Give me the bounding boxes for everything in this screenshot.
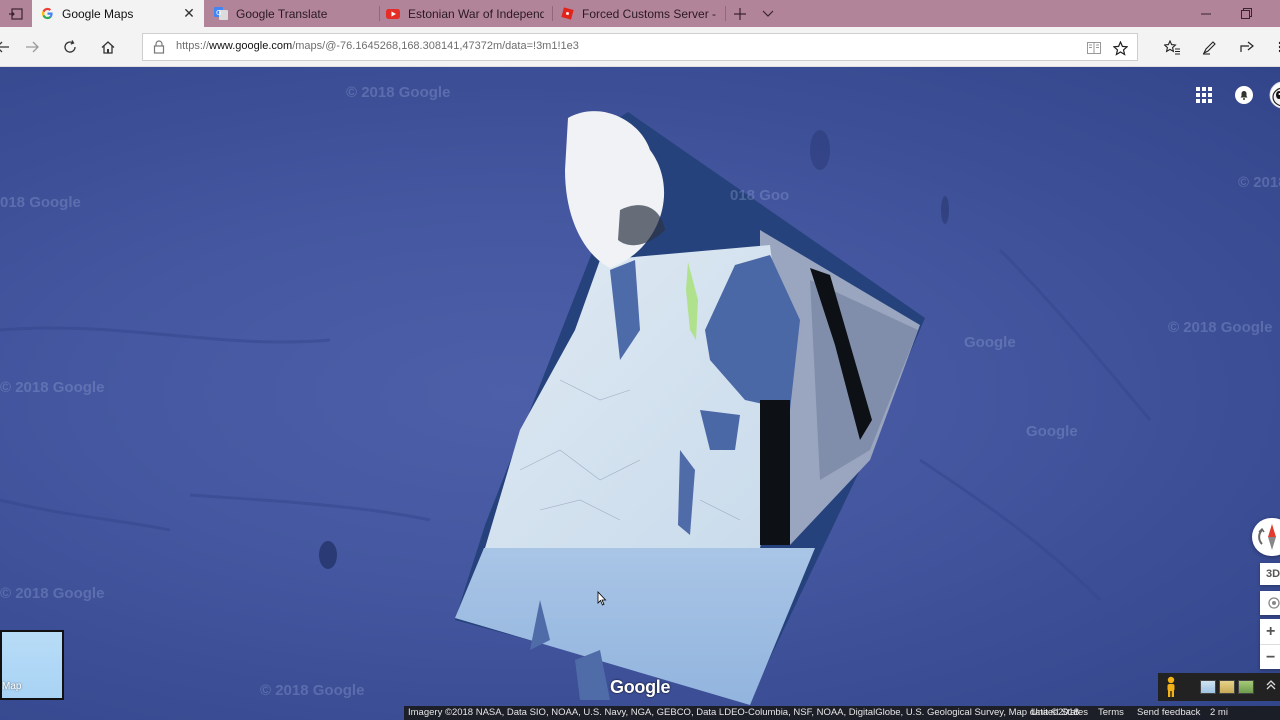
map-view-toggle[interactable]: Map xyxy=(0,630,64,700)
youtube-icon xyxy=(386,7,400,21)
tab-title: Forced Customs Server - Rc xyxy=(582,6,720,21)
close-tab-icon[interactable]: ✕ xyxy=(182,6,196,20)
tab-title: Estonian War of Independen xyxy=(408,6,544,21)
favorites-hub-icon[interactable] xyxy=(1158,33,1186,61)
web-note-icon[interactable] xyxy=(1195,33,1223,61)
share-icon[interactable] xyxy=(1233,33,1261,61)
pegman-icon[interactable] xyxy=(1164,676,1178,698)
map-watermark: © 2018 Google xyxy=(0,379,105,396)
my-location-icon[interactable] xyxy=(1260,591,1280,615)
roblox-icon xyxy=(560,7,574,21)
tab-google-translate[interactable]: G Google Translate xyxy=(206,0,378,27)
google-logo: Google xyxy=(610,677,671,697)
map-watermark: 018 Goo xyxy=(730,187,790,204)
map-watermark: 018 Google xyxy=(0,194,81,211)
attribution-bar: Imagery ©2018 NASA, Data SIO, NOAA, U.S.… xyxy=(404,706,1280,720)
map-watermark: © 2018 Google xyxy=(260,682,365,699)
notifications-icon[interactable] xyxy=(1230,81,1258,109)
tab-title: Google Translate xyxy=(236,6,328,21)
satellite-map[interactable]: © 2018 Google 018 Google © 2018 Google ©… xyxy=(0,67,1280,720)
layers-strip xyxy=(1158,673,1280,701)
compass-button[interactable] xyxy=(1252,518,1280,556)
restore-icon[interactable] xyxy=(1226,0,1266,27)
account-controls xyxy=(1150,81,1280,109)
imagery-credit: Imagery ©2018 NASA, Data SIO, NOAA, U.S.… xyxy=(408,707,1079,718)
mouse-cursor-icon xyxy=(597,591,607,606)
google-g-icon xyxy=(40,7,54,21)
svg-text:G: G xyxy=(216,9,221,17)
tab-forced-customs[interactable]: Forced Customs Server - Rc xyxy=(552,0,724,27)
lock-icon[interactable] xyxy=(153,40,167,54)
translate-icon: G xyxy=(214,7,228,21)
tab-preview-icon[interactable] xyxy=(0,0,32,27)
url-text: https://www.google.com/maps/@-76.1645268… xyxy=(176,40,579,52)
tab-strip: Google Maps ✕ G Google Translate Estonia… xyxy=(0,0,1280,27)
reading-view-icon[interactable] xyxy=(1085,39,1103,57)
more-icon[interactable] xyxy=(1266,33,1280,61)
map-watermark: © 2018 Google xyxy=(0,585,105,602)
forward-icon[interactable] xyxy=(17,32,47,62)
avatar[interactable] xyxy=(1268,81,1280,109)
tab-title: Google Maps xyxy=(62,6,134,21)
toggle-3d-button[interactable]: 3D xyxy=(1260,563,1280,585)
layer-thumbnail[interactable] xyxy=(1219,680,1235,694)
tab-google-maps[interactable]: Google Maps ✕ xyxy=(32,0,204,27)
map-watermark: Google xyxy=(964,334,1016,351)
navigation-bar: https://www.google.com/maps/@-76.1645268… xyxy=(0,27,1280,67)
satellite-imagery xyxy=(0,111,1152,705)
send-feedback-link[interactable]: Send feedback xyxy=(1137,706,1200,720)
tab-list-chevron-icon[interactable] xyxy=(752,0,784,27)
refresh-icon[interactable] xyxy=(55,32,85,62)
zoom-controls: + − xyxy=(1260,619,1280,669)
back-icon[interactable] xyxy=(0,32,18,62)
apps-grid-icon[interactable] xyxy=(1190,81,1218,109)
minimize-icon[interactable] xyxy=(1186,0,1226,27)
zoom-in-button[interactable]: + xyxy=(1260,619,1280,644)
favorite-star-icon[interactable] xyxy=(1111,39,1129,57)
expand-icon[interactable] xyxy=(1266,679,1280,695)
zoom-out-button[interactable]: − xyxy=(1260,645,1280,670)
country-link[interactable]: United States xyxy=(1031,706,1088,720)
layer-thumbnail[interactable] xyxy=(1200,680,1216,694)
address-bar[interactable]: https://www.google.com/maps/@-76.1645268… xyxy=(142,33,1138,61)
scale-label[interactable]: 2 mi xyxy=(1210,706,1228,720)
layer-thumbnail[interactable] xyxy=(1238,680,1254,694)
map-watermark: © 2018 Google xyxy=(346,84,451,101)
map-watermark: © 2018 Google xyxy=(1168,319,1273,336)
map-watermark: © 2018 Google xyxy=(1238,174,1280,191)
tab-estonian-war[interactable]: Estonian War of Independen xyxy=(378,0,552,27)
home-icon[interactable] xyxy=(93,32,123,62)
minimap-label: Map xyxy=(2,681,22,692)
map-watermark: Google xyxy=(1026,423,1078,440)
terms-link[interactable]: Terms xyxy=(1098,706,1124,720)
